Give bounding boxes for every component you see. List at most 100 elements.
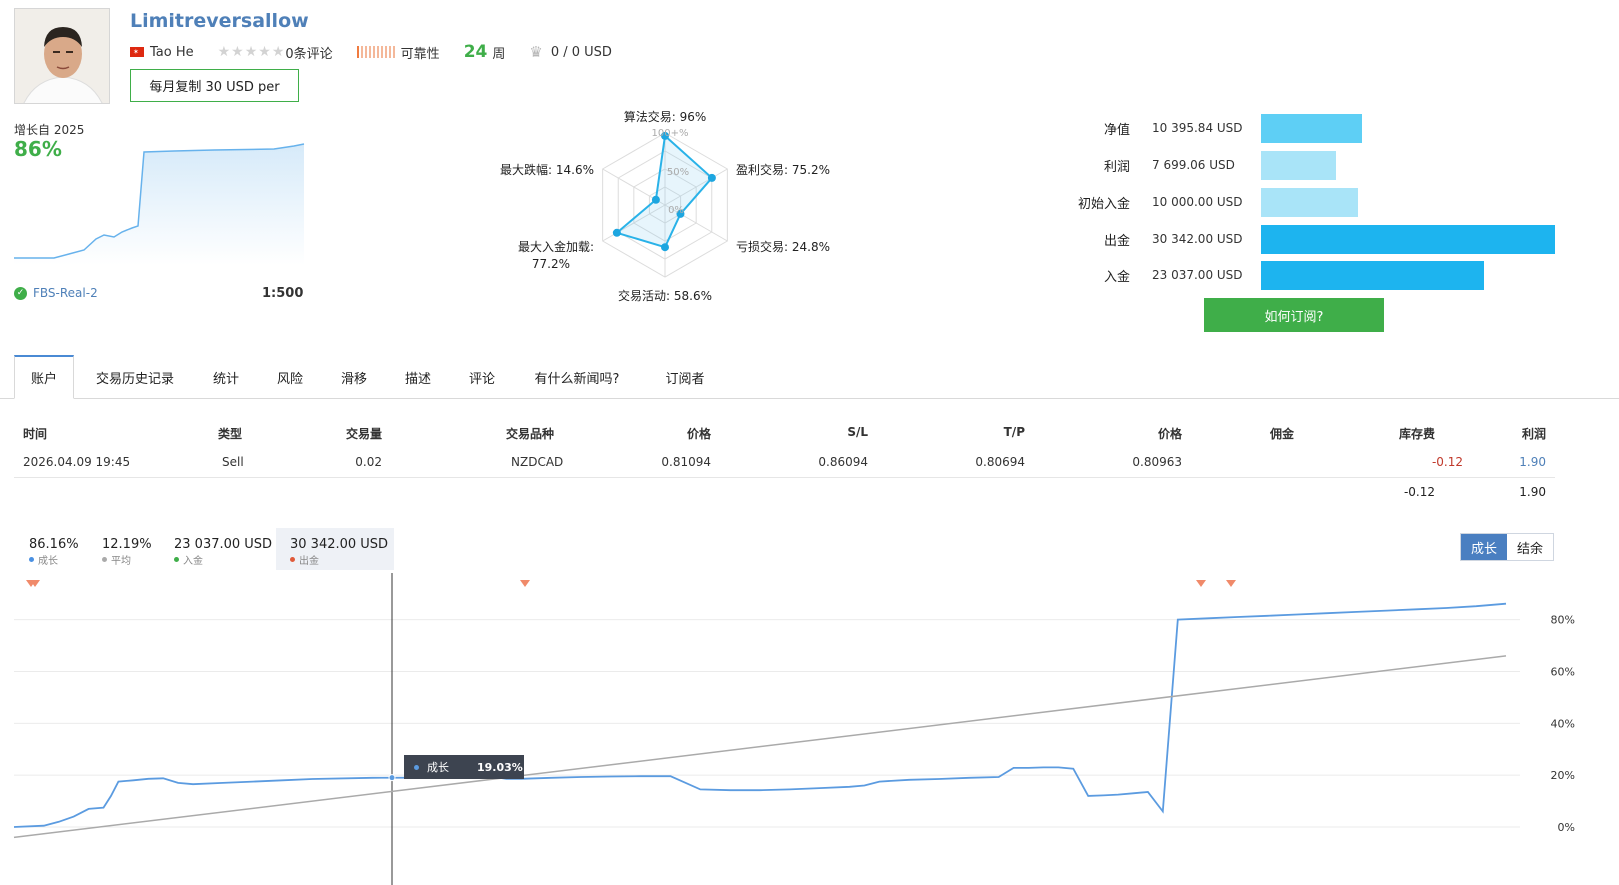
tab-risks[interactable]: 风险 [266, 355, 314, 399]
cell-time: 2026.04.09 19:45 [23, 455, 131, 469]
col-header-time[interactable]: 时间 [23, 425, 47, 442]
tooltip-series-name: 成长 [427, 761, 449, 774]
tab-trade-history[interactable]: 交易历史记录 [84, 355, 186, 399]
stat-bar [1261, 150, 1336, 180]
stat-bar [1261, 260, 1484, 290]
cell-tp: 0.80694 [975, 455, 1025, 469]
server-name: FBS-Real-2 [33, 286, 98, 300]
series-line [13, 602, 1507, 828]
y-tick-label: 20% [1551, 769, 1575, 782]
legend-average-value: 12.19% [102, 537, 152, 552]
radar-chart: 100+% 50% 0% 算法交易: 96% 盈利交易: 75.2% 亏损交易:… [500, 109, 830, 303]
y-tick-label: 0% [1558, 821, 1575, 834]
stat-label: 出金 [1103, 233, 1130, 249]
tab-description[interactable]: 描述 [394, 355, 442, 399]
stat-row: 出金 30 342.00 USD [1060, 224, 1619, 254]
stat-value: 7 699.06 USD [1152, 158, 1235, 172]
radar-label-maxload-value: 77.2% [532, 257, 570, 271]
hong-kong-flag-icon [130, 47, 144, 57]
growth-since-label: 增长自 2025 [14, 123, 85, 137]
chart-tooltip: 成长 19.03% [404, 755, 524, 779]
tab-account[interactable]: 账户 [14, 355, 74, 399]
tab-news[interactable]: 有什么新闻吗? [522, 355, 632, 399]
verified-check-icon: ✓ [14, 286, 27, 300]
col-header-tp[interactable]: T/P [925, 425, 1025, 439]
tab-slippage[interactable]: 滑移 [330, 355, 378, 399]
reliability-bars-icon [356, 46, 395, 58]
signal-meta: Tao He ★★★★★ 0条评论 可靠性 24 周 ♛ 0 / 0 USD [130, 42, 612, 62]
stat-label: 入金 [1103, 269, 1130, 285]
withdrawal-marker-icon[interactable] [520, 580, 530, 587]
stat-bar [1261, 187, 1358, 217]
tab-statistics[interactable]: 统计 [200, 355, 252, 399]
legend-deposit-value: 23 037.00 USD [174, 537, 273, 552]
tab-subscribers[interactable]: 订阅者 [652, 355, 718, 399]
col-header-commission[interactable]: 佣金 [1194, 425, 1294, 442]
col-header-sl[interactable]: S/L [768, 425, 868, 439]
radar-label-loss: 亏损交易: 24.8% [736, 239, 830, 254]
hover-point [388, 774, 396, 782]
tooltip-value: 19.03% [477, 760, 523, 774]
series-line [13, 655, 1507, 839]
radar-label-drawdown: 最大跌幅: 14.6% [500, 162, 594, 177]
col-header-type[interactable]: 类型 [218, 425, 242, 442]
legend-average[interactable]: 12.19% 平均 [88, 528, 166, 570]
col-header-price[interactable]: 价格 [1082, 425, 1182, 442]
stat-value: 10 395.84 USD [1152, 121, 1243, 135]
withdrawal-marker-icon[interactable] [1226, 580, 1236, 587]
server-link[interactable]: ✓ FBS-Real-2 [14, 286, 98, 300]
stat-value: 10 000.00 USD [1152, 195, 1243, 209]
legend-deposit-name-row: 入金 [174, 552, 272, 567]
col-header-profit[interactable]: 利润 [1446, 425, 1546, 442]
author-name[interactable]: Tao He [150, 45, 194, 60]
cell-profit: 1.90 [1519, 455, 1546, 469]
mini-growth-chart [14, 143, 305, 265]
growth-chart[interactable]: 80% 60% 40% 20% 0% [0, 570, 1619, 885]
stat-bar [1261, 113, 1362, 143]
legend-deposit[interactable]: 23 037.00 USD 入金 [160, 528, 286, 570]
legend-dot-icon [174, 557, 179, 562]
col-header-volume[interactable]: 交易量 [282, 425, 382, 442]
col-header-swap[interactable]: 库存费 [1335, 425, 1435, 442]
col-header-open-price[interactable]: 价格 [611, 425, 711, 442]
signal-title[interactable]: Limitreversallow [130, 10, 309, 32]
col-header-symbol[interactable]: 交易品种 [506, 425, 554, 442]
legend-withdrawal[interactable]: 30 342.00 USD 出金 [276, 528, 394, 570]
legend-growth-name: 成长 [38, 556, 58, 567]
copy-subscribe-button[interactable]: 每月复制 30 USD per [130, 69, 299, 102]
cell-type: Sell [222, 455, 244, 469]
withdrawal-marker-icon[interactable] [1196, 580, 1206, 587]
toggle-growth-button[interactable]: 成长 [1461, 534, 1508, 560]
legend-growth[interactable]: 86.16% 成长 [15, 528, 93, 570]
legend-growth-value: 86.16% [29, 537, 79, 552]
avatar[interactable] [14, 8, 110, 104]
how-to-subscribe-button[interactable]: 如何订阅? [1204, 298, 1384, 332]
legend-growth-name-row: 成长 [29, 552, 79, 567]
rating-stars-icon: ★★★★★ [217, 44, 286, 60]
table-divider [14, 477, 1555, 478]
reviews-count[interactable]: 0条评论 [285, 43, 332, 62]
leverage-value: 1:500 [262, 286, 304, 301]
y-tick-label: 60% [1551, 665, 1575, 678]
legend-average-name: 平均 [111, 556, 131, 567]
total-swap: -0.12 [1403, 485, 1435, 499]
stat-bar [1261, 224, 1555, 254]
stat-row: 入金 23 037.00 USD [1060, 260, 1619, 290]
radar-point [661, 243, 669, 252]
weeks-count: 24 [463, 42, 488, 62]
radar-label-profit: 盈利交易: 75.2% [736, 162, 830, 177]
stat-row: 净值 10 395.84 USD [1060, 113, 1619, 143]
avatar-image [15, 9, 109, 103]
stat-label: 净值 [1103, 122, 1130, 138]
legend-withdrawal-value: 30 342.00 USD [290, 537, 389, 552]
tooltip-dot-icon [414, 764, 419, 770]
legend-deposit-name: 入金 [183, 556, 203, 567]
stat-label: 利润 [1103, 159, 1130, 175]
stat-value: 30 342.00 USD [1152, 232, 1243, 246]
toggle-balance-button[interactable]: 结余 [1507, 534, 1554, 560]
legend-withdrawal-name-row: 出金 [290, 552, 380, 567]
legend-average-name-row: 平均 [102, 552, 152, 567]
radar-point [651, 195, 660, 204]
tab-reviews[interactable]: 评论 [458, 355, 506, 399]
cell-volume: 0.02 [355, 455, 382, 469]
